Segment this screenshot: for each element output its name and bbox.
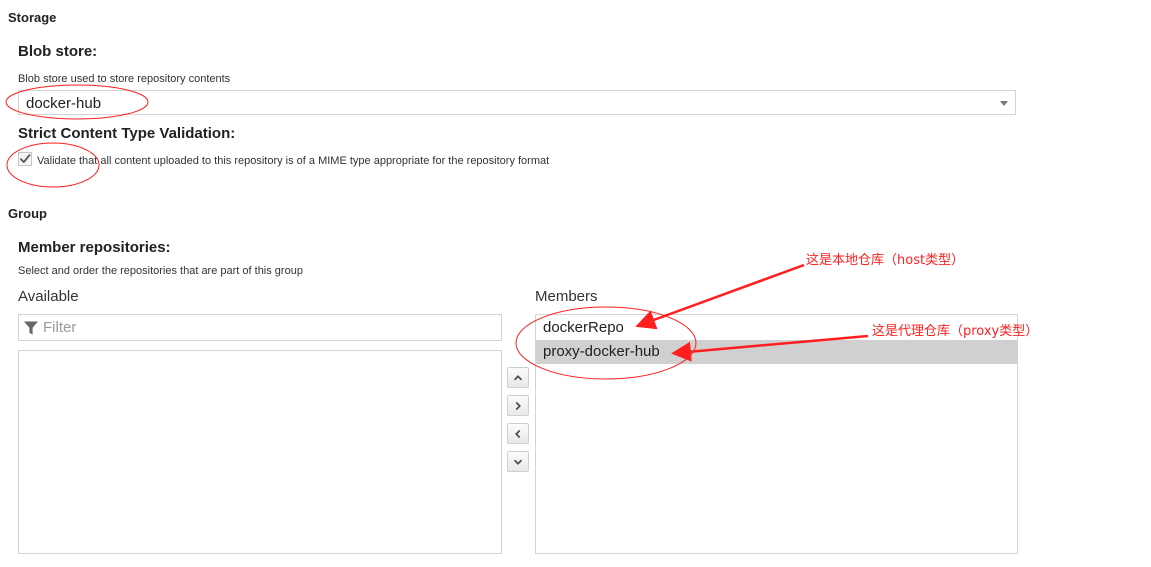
chevron-up-icon — [513, 374, 523, 380]
available-title: Available — [18, 288, 79, 305]
chevron-left-icon — [515, 429, 521, 438]
blob-store-help: Blob store used to store repository cont… — [18, 73, 231, 85]
blob-store-value: docker-hub — [26, 95, 102, 112]
blob-store-label: Blob store: — [18, 43, 98, 60]
move-up-button[interactable] — [507, 367, 529, 388]
chevron-down-icon — [513, 459, 523, 465]
member-repositories-label: Member repositories: — [18, 239, 171, 256]
add-member-button[interactable] — [507, 395, 529, 416]
blob-store-select[interactable]: docker-hub — [18, 90, 1016, 115]
group-section-title: Group — [8, 206, 47, 221]
strict-validation-checkbox[interactable] — [18, 152, 32, 166]
annotation-proxy-note: 这是代理仓库（proxy类型） — [872, 324, 1039, 339]
strict-validation-checkbox-label[interactable]: Validate that all content uploaded to th… — [37, 155, 549, 167]
chevron-down-icon[interactable] — [1000, 101, 1008, 106]
filter-input[interactable] — [43, 318, 483, 337]
check-icon — [20, 154, 31, 163]
storage-section-title: Storage — [8, 10, 57, 25]
member-item-proxy-docker-hub[interactable]: proxy-docker-hub — [536, 340, 1017, 364]
members-title: Members — [535, 288, 598, 305]
strict-validation-label: Strict Content Type Validation: — [18, 125, 236, 142]
remove-member-button[interactable] — [507, 423, 529, 444]
filter-field[interactable] — [18, 314, 502, 341]
member-repositories-help: Select and order the repositories that a… — [18, 265, 303, 277]
available-list[interactable] — [18, 350, 502, 554]
members-list[interactable]: dockerRepo proxy-docker-hub — [535, 314, 1018, 554]
chevron-right-icon — [515, 401, 521, 410]
move-down-button[interactable] — [507, 451, 529, 472]
filter-icon — [24, 321, 38, 335]
annotation-host-note: 这是本地仓库（host类型） — [806, 253, 965, 268]
